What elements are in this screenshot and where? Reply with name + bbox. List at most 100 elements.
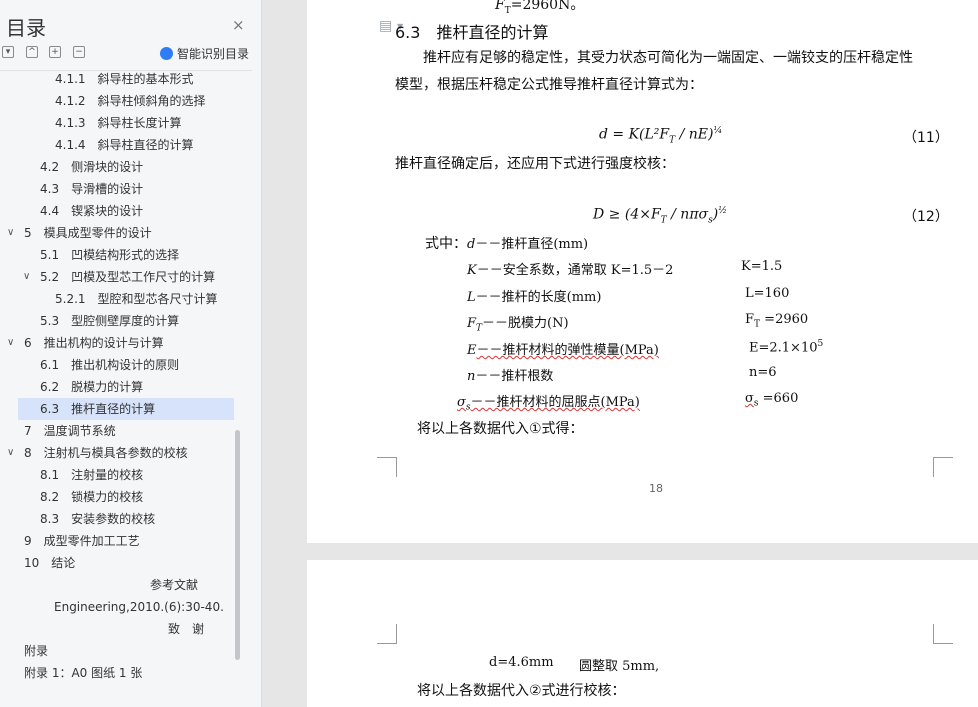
document-area: ▤ ▼ FT=2960N。 6.3 推杆直径的计算 推杆应有足够的稳定性，其受力… xyxy=(262,0,978,707)
collapse-all-icon[interactable]: ▾ xyxy=(2,46,14,58)
toc-item[interactable]: 4.1.2 斜导柱倾斜角的选择 xyxy=(0,90,240,112)
toc-item[interactable]: 6.2 脱模力的计算 xyxy=(0,376,240,398)
var-row-e: E－－推杆材料的弹性模量(MPa) xyxy=(467,343,659,358)
toc-item[interactable]: 4.1.1 斜导柱的基本形式 xyxy=(0,70,240,90)
chevron-down-icon[interactable]: ∨ xyxy=(23,266,30,288)
toc-item-label: 10 结论 xyxy=(24,556,76,570)
var-row-k: K－－安全系数，通常取 K=1.5－2 xyxy=(467,263,674,278)
toc-item[interactable]: Engineering,2010.(6):30-40. xyxy=(0,596,240,618)
toc-item[interactable]: 参考文献 xyxy=(0,574,240,596)
toc-item[interactable]: 9 成型零件加工工艺 xyxy=(0,530,240,552)
paragraph-line: 模型，根据压杆稳定公式推导推杆直径计算式为： xyxy=(395,77,703,93)
toc-item-label: 5 模具成型零件的设计 xyxy=(24,226,152,240)
toc-item-label: 4.4 锲紧块的设计 xyxy=(40,204,144,218)
toc-item[interactable]: 5.3 型腔侧壁厚度的计算 xyxy=(0,310,240,332)
toc-item-label: 4.1.2 斜导柱倾斜角的选择 xyxy=(55,94,206,108)
toc-item-label: 6 推出机构的设计与计算 xyxy=(24,336,164,350)
toc-item[interactable]: ∨ 5 模具成型零件的设计 xyxy=(0,222,240,244)
smart-toc-label: 智能识别目录 xyxy=(177,47,250,61)
toc-item[interactable]: 致 谢 xyxy=(0,618,240,640)
toc-item-label: 8.1 注射量的校核 xyxy=(40,468,144,482)
var-row-d: d－－推杆直径(mm) xyxy=(467,237,589,252)
toc-item-label: 5.2 凹模及型芯工作尺寸的计算 xyxy=(40,270,216,284)
toc-item-label: 5.1 凹模结构形式的选择 xyxy=(40,248,180,262)
toc-item[interactable]: 5.1 凹模结构形式的选择 xyxy=(0,244,240,266)
equation-11: d = K(L²FT / nE)¼ xyxy=(599,126,723,146)
toc-item-label: 5.2.1 型腔和型芯各尺寸计算 xyxy=(55,292,218,306)
toc-item-label: 9 成型零件加工工艺 xyxy=(24,534,140,548)
toc-item[interactable]: 附录 xyxy=(0,640,240,662)
toc-item[interactable]: ∨ 6 推出机构的设计与计算 xyxy=(0,332,240,354)
toc-item-label: 8.3 安装参数的校核 xyxy=(40,512,156,526)
toc-item[interactable]: ∨ 5.2 凹模及型芯工作尺寸的计算 xyxy=(0,266,240,288)
paragraph-line: 圆整取 5mm, xyxy=(579,659,660,674)
toc-item-label: 致 谢 xyxy=(168,622,205,636)
toc-item[interactable]: 10 结论 xyxy=(0,552,240,574)
var-row-sigma: σs－－推杆材料的屈服点(MPa) xyxy=(457,395,640,413)
toc-item-label: 4.1.1 斜导柱的基本形式 xyxy=(55,72,194,86)
remove-heading-icon[interactable]: − xyxy=(73,46,85,58)
toc-item-label: 6.3 推杆直径的计算 xyxy=(40,402,156,416)
var-row-l: L－－推杆的长度(mm) xyxy=(467,290,602,305)
toc-item[interactable]: 4.2 侧滑块的设计 xyxy=(0,156,240,178)
toc-item[interactable]: ∨ 8 注射机与模具各参数的校核 xyxy=(0,442,240,464)
toc-item-label: 附录 xyxy=(24,644,49,658)
paragraph-line: 将以上各数据代入①式得： xyxy=(417,421,584,437)
var-row-ft: FT－－脱模力(N) xyxy=(467,316,569,334)
close-icon[interactable]: × xyxy=(232,16,245,34)
toc-item[interactable]: 8.2 锁模力的校核 xyxy=(0,486,240,508)
section-heading: 6.3 推杆直径的计算 xyxy=(395,23,549,42)
var-value: K=1.5 xyxy=(741,259,783,274)
var-value: n=6 xyxy=(749,365,777,380)
toc-item[interactable]: 附录 1：A0 图纸 1 张 xyxy=(0,662,240,684)
toc-item-label: 8 注射机与模具各参数的校核 xyxy=(24,446,188,460)
paragraph-line: 推杆应有足够的稳定性，其受力状态可简化为一端固定、一端铰支的压杆稳定性 xyxy=(423,50,913,66)
toc-item[interactable]: 4.4 锲紧块的设计 xyxy=(0,200,240,222)
chevron-down-icon[interactable]: ∨ xyxy=(7,442,14,464)
toc-item[interactable]: 4.1.3 斜导柱长度计算 xyxy=(0,112,240,134)
paragraph-line: d=4.6mm xyxy=(489,655,554,670)
toc-item-label: 4.2 侧滑块的设计 xyxy=(40,160,144,174)
var-value: FT =2960 xyxy=(745,312,809,330)
add-heading-icon[interactable]: + xyxy=(49,46,61,58)
toc-item-label: 4.1.3 斜导柱长度计算 xyxy=(55,116,182,130)
var-value: E=2.1×105 xyxy=(749,339,824,356)
expand-up-icon[interactable]: ^ xyxy=(26,46,38,58)
crop-mark xyxy=(377,624,397,644)
toc-item-label: 6.2 脱模力的计算 xyxy=(40,380,144,394)
crop-mark xyxy=(933,624,953,644)
toc-item-label: 附录 1：A0 图纸 1 张 xyxy=(24,666,143,680)
paragraph-line: 推杆直径确定后，还应用下式进行强度校核： xyxy=(395,156,675,172)
toc-list: 4.1.1 斜导柱的基本形式 4.1.2 斜导柱倾斜角的选择 4.1.3 斜导柱长度… xyxy=(0,70,240,690)
crop-mark xyxy=(377,457,397,477)
var-value: σs =660 xyxy=(745,391,799,409)
toc-item[interactable]: 5.2.1 型腔和型芯各尺寸计算 xyxy=(0,288,240,310)
toc-item[interactable]: 4.1.4 斜导柱直径的计算 xyxy=(0,134,240,156)
toc-item[interactable]: 8.1 注射量的校核 xyxy=(0,464,240,486)
where-label: 式中： xyxy=(425,236,467,252)
var-value: L=160 xyxy=(745,286,790,301)
smart-toc-button[interactable]: 智能识别目录 xyxy=(160,45,249,62)
toc-scrollbar[interactable] xyxy=(235,430,240,660)
toc-item-label: 5.3 型腔侧壁厚度的计算 xyxy=(40,314,180,328)
equation-number: （11） xyxy=(903,130,949,146)
chevron-down-icon[interactable]: ∨ xyxy=(7,222,14,244)
document-icon[interactable]: ▤ xyxy=(379,18,392,34)
toc-item[interactable]: 6.1 推出机构设计的原则 xyxy=(0,354,240,376)
page-number: 18 xyxy=(649,482,663,495)
toc-item[interactable]: 6.3 推杆直径的计算 xyxy=(18,398,234,420)
paragraph-line: 将以上各数据代入②式进行校核： xyxy=(417,683,626,699)
toc-item-label: 6.1 推出机构设计的原则 xyxy=(40,358,180,372)
toc-item-label: 8.2 锁模力的校核 xyxy=(40,490,144,504)
sidebar-title: 目录 xyxy=(6,16,46,40)
page-18: ▤ ▼ FT=2960N。 6.3 推杆直径的计算 推杆应有足够的稳定性，其受力… xyxy=(307,0,978,543)
toc-item[interactable]: 8.3 安装参数的校核 xyxy=(0,508,240,530)
top-fragment: FT=2960N。 xyxy=(495,0,585,16)
smart-toc-icon xyxy=(160,47,173,60)
var-row-n: n－－推杆根数 xyxy=(467,369,554,384)
toc-item-label: Engineering,2010.(6):30-40. xyxy=(54,600,224,614)
toc-item[interactable]: 7 温度调节系统 xyxy=(0,420,240,442)
toc-item-label: 4.3 导滑槽的设计 xyxy=(40,182,144,196)
chevron-down-icon[interactable]: ∨ xyxy=(7,332,14,354)
toc-item[interactable]: 4.3 导滑槽的设计 xyxy=(0,178,240,200)
